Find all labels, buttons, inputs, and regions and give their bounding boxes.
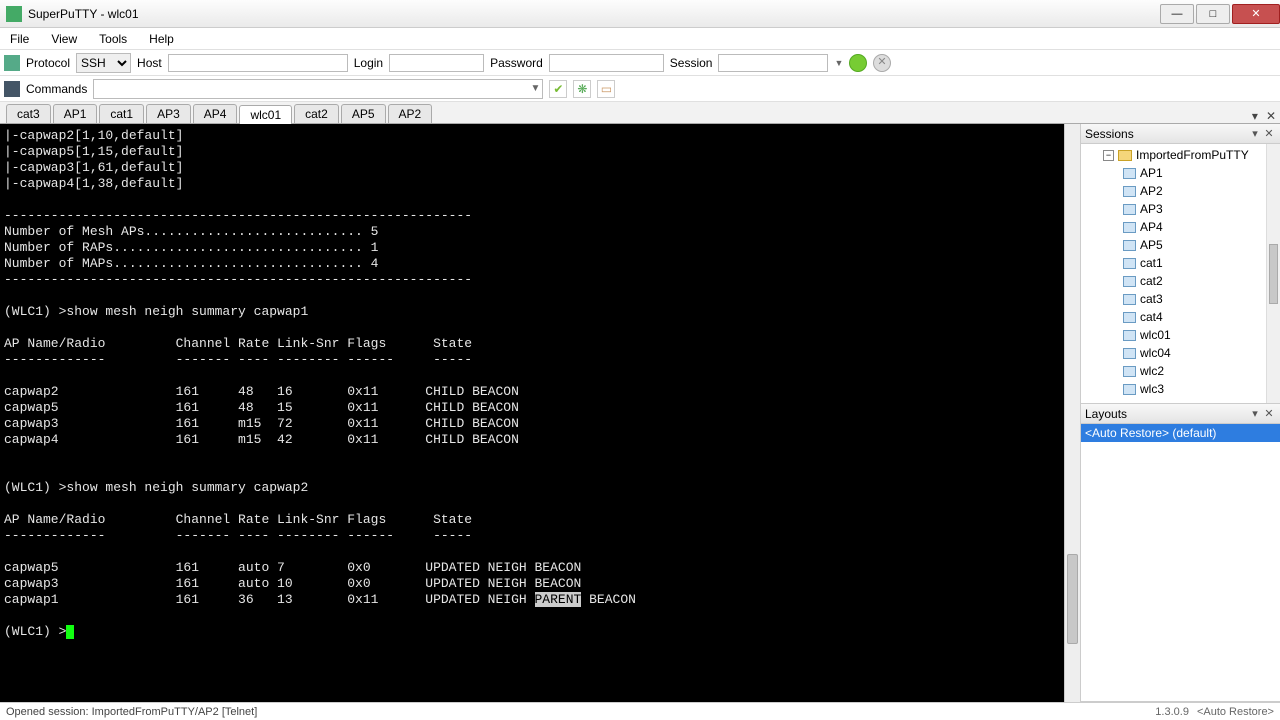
folder-icon bbox=[1118, 150, 1132, 161]
send-command-button[interactable]: ✔ bbox=[549, 80, 567, 98]
status-right: <Auto Restore> bbox=[1197, 706, 1274, 718]
tab-menu-button[interactable]: ▾ bbox=[1248, 109, 1262, 123]
layouts-panel: Layouts ▾ ✕ <Auto Restore> (default) bbox=[1081, 404, 1280, 702]
tree-root-label[interactable]: ImportedFromPuTTY bbox=[1136, 148, 1249, 162]
tab-close-button[interactable]: ✕ bbox=[1262, 109, 1280, 123]
tab-strip: cat3AP1cat1AP3AP4wlc01cat2AP5AP2 ▾ ✕ bbox=[0, 102, 1280, 124]
commands-icon bbox=[4, 81, 20, 97]
tab-AP4[interactable]: AP4 bbox=[193, 104, 238, 123]
login-input[interactable] bbox=[389, 54, 484, 72]
session-item-AP5[interactable]: AP5 bbox=[1081, 236, 1266, 254]
session-item-AP4[interactable]: AP4 bbox=[1081, 218, 1266, 236]
session-icon bbox=[1123, 204, 1136, 215]
session-icon bbox=[1123, 294, 1136, 305]
session-item-AP2[interactable]: AP2 bbox=[1081, 182, 1266, 200]
session-icon bbox=[1123, 276, 1136, 287]
tab-AP3[interactable]: AP3 bbox=[146, 104, 191, 123]
tab-AP5[interactable]: AP5 bbox=[341, 104, 386, 123]
status-left: Opened session: ImportedFromPuTTY/AP2 [T… bbox=[6, 706, 1155, 718]
close-button[interactable]: ✕ bbox=[1232, 4, 1280, 24]
tab-cat2[interactable]: cat2 bbox=[294, 104, 339, 123]
session-item-cat1[interactable]: cat1 bbox=[1081, 254, 1266, 272]
session-item-cat4[interactable]: cat4 bbox=[1081, 308, 1266, 326]
commands-combo[interactable]: ▼ bbox=[93, 79, 543, 99]
layouts-pin-icon[interactable]: ▾ bbox=[1248, 407, 1262, 420]
layouts-close-icon[interactable]: ✕ bbox=[1262, 407, 1276, 420]
session-icon bbox=[1123, 366, 1136, 377]
command-tool-button[interactable]: ❋ bbox=[573, 80, 591, 98]
session-item-wlc2[interactable]: wlc2 bbox=[1081, 362, 1266, 380]
status-version: 1.3.0.9 bbox=[1155, 706, 1189, 718]
sessions-close-icon[interactable]: ✕ bbox=[1262, 127, 1276, 140]
login-label: Login bbox=[354, 56, 383, 70]
tab-AP2[interactable]: AP2 bbox=[388, 104, 433, 123]
session-item-AP3[interactable]: AP3 bbox=[1081, 200, 1266, 218]
session-item-wlc04[interactable]: wlc04 bbox=[1081, 344, 1266, 362]
status-bar: Opened session: ImportedFromPuTTY/AP2 [T… bbox=[0, 702, 1280, 720]
menu-tools[interactable]: Tools bbox=[95, 30, 131, 48]
session-label: Session bbox=[670, 56, 713, 70]
commands-toolbar: Commands ▼ ✔ ❋ ▭ bbox=[0, 76, 1280, 102]
command-edit-button[interactable]: ▭ bbox=[597, 80, 615, 98]
session-icon bbox=[1123, 240, 1136, 251]
window-title: SuperPuTTY - wlc01 bbox=[28, 7, 1158, 21]
connect-button[interactable] bbox=[849, 54, 867, 72]
minimize-button[interactable]: — bbox=[1160, 4, 1194, 24]
tab-cat3[interactable]: cat3 bbox=[6, 104, 51, 123]
protocol-select[interactable]: SSH bbox=[76, 53, 131, 73]
session-input[interactable] bbox=[718, 54, 828, 72]
menu-file[interactable]: File bbox=[6, 30, 33, 48]
cancel-connect-button[interactable] bbox=[873, 54, 891, 72]
session-icon bbox=[1123, 330, 1136, 341]
protocol-label: Protocol bbox=[26, 56, 70, 70]
layout-item-selected[interactable]: <Auto Restore> (default) bbox=[1081, 424, 1280, 442]
session-item-cat3[interactable]: cat3 bbox=[1081, 290, 1266, 308]
tab-AP1[interactable]: AP1 bbox=[53, 104, 98, 123]
session-icon bbox=[1123, 258, 1136, 269]
sessions-title: Sessions bbox=[1085, 127, 1248, 141]
host-input[interactable] bbox=[168, 54, 348, 72]
session-item-wlc01[interactable]: wlc01 bbox=[1081, 326, 1266, 344]
password-label: Password bbox=[490, 56, 543, 70]
connection-toolbar: Protocol SSH Host Login Password Session… bbox=[0, 50, 1280, 76]
host-label: Host bbox=[137, 56, 162, 70]
tree-toggle-icon[interactable]: − bbox=[1103, 150, 1114, 161]
menu-help[interactable]: Help bbox=[145, 30, 178, 48]
menu-view[interactable]: View bbox=[47, 30, 81, 48]
session-icon bbox=[1123, 348, 1136, 359]
tab-cat1[interactable]: cat1 bbox=[99, 104, 144, 123]
sessions-tree[interactable]: −ImportedFromPuTTYAP1AP2AP3AP4AP5cat1cat… bbox=[1081, 144, 1266, 403]
session-icon bbox=[1123, 186, 1136, 197]
sessions-panel: Sessions ▾ ✕ − ImportedFromPuTTY AP1AP2AP3… bbox=[1081, 124, 1280, 404]
password-input[interactable] bbox=[549, 54, 664, 72]
session-icon bbox=[1123, 168, 1136, 179]
connection-icon bbox=[4, 55, 20, 71]
sessions-pin-icon[interactable]: ▾ bbox=[1248, 127, 1262, 140]
terminal-scrollbar[interactable] bbox=[1064, 124, 1080, 702]
session-item-AP1[interactable]: AP1 bbox=[1081, 164, 1266, 182]
layouts-title: Layouts bbox=[1085, 407, 1248, 421]
commands-label: Commands bbox=[26, 82, 87, 96]
sessions-scrollbar[interactable] bbox=[1266, 144, 1280, 403]
session-icon bbox=[1123, 222, 1136, 233]
terminal-pane: |-capwap2[1,10,default] |-capwap5[1,15,d… bbox=[0, 124, 1080, 702]
maximize-button[interactable]: □ bbox=[1196, 4, 1230, 24]
session-icon bbox=[1123, 312, 1136, 323]
session-item-wlc3[interactable]: wlc3 bbox=[1081, 380, 1266, 398]
session-item-cat2[interactable]: cat2 bbox=[1081, 272, 1266, 290]
menu-bar: File View Tools Help bbox=[0, 28, 1280, 50]
tab-wlc01[interactable]: wlc01 bbox=[239, 105, 292, 124]
title-bar: SuperPuTTY - wlc01 — □ ✕ bbox=[0, 0, 1280, 28]
session-icon bbox=[1123, 384, 1136, 395]
app-icon bbox=[6, 6, 22, 22]
terminal[interactable]: |-capwap2[1,10,default] |-capwap5[1,15,d… bbox=[0, 124, 1064, 702]
